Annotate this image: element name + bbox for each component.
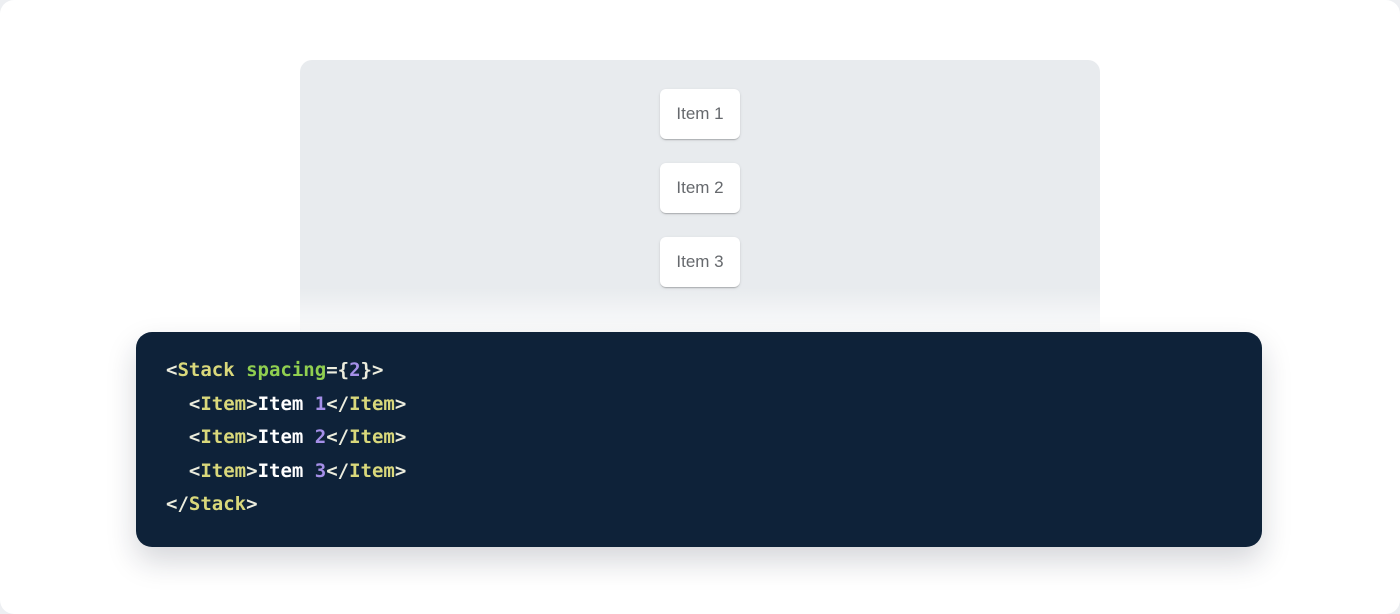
code-token-punct: < bbox=[189, 393, 200, 415]
code-token-plain: Item bbox=[258, 426, 315, 448]
code-token-punct: }> bbox=[361, 359, 384, 381]
code-token-tag: Item bbox=[349, 393, 395, 415]
code-block: <Stack spacing={2}> <Item>Item 1</Item> … bbox=[136, 332, 1262, 547]
code-token-punct: < bbox=[166, 359, 177, 381]
code-token-attr: spacing bbox=[246, 359, 326, 381]
code-token-punct: > bbox=[395, 393, 406, 415]
code-token-punct: > bbox=[246, 393, 257, 415]
code-token-tag: Item bbox=[200, 460, 246, 482]
code-token-plain bbox=[166, 393, 189, 415]
code-token-punct: > bbox=[246, 460, 257, 482]
code-token-punct: > bbox=[246, 493, 257, 515]
app-card: Item 1Item 2Item 3 <Stack spacing={2}> <… bbox=[0, 0, 1400, 614]
stack-item-label: Item 3 bbox=[676, 252, 723, 272]
code-token-punct: ={ bbox=[326, 359, 349, 381]
code-token-punct: > bbox=[246, 426, 257, 448]
code-token-plain: Item bbox=[258, 393, 315, 415]
code-token-punct: </ bbox=[166, 493, 189, 515]
code-token-punct: < bbox=[189, 460, 200, 482]
code-line: <Item>Item 1</Item> bbox=[166, 388, 1232, 422]
stack-item: Item 2 bbox=[660, 163, 740, 213]
code-token-number: 2 bbox=[315, 426, 326, 448]
code-token-punct: </ bbox=[326, 426, 349, 448]
code-token-punct: </ bbox=[326, 460, 349, 482]
code-line: </Stack> bbox=[166, 488, 1232, 522]
code-token-punct: < bbox=[189, 426, 200, 448]
stack-demo-panel: Item 1 Item 2 Item 3 bbox=[300, 60, 1100, 340]
code-token-tag: Stack bbox=[177, 359, 234, 381]
code-token-number: 2 bbox=[349, 359, 360, 381]
code-line: <Item>Item 3</Item> bbox=[166, 455, 1232, 489]
code-token-tag: Item bbox=[200, 393, 246, 415]
stack-item: Item 3 bbox=[660, 237, 740, 287]
stack-item-label: Item 1 bbox=[676, 104, 723, 124]
code-token-plain: Item bbox=[258, 460, 315, 482]
code-line: <Stack spacing={2}> bbox=[166, 354, 1232, 388]
code-token-tag: Item bbox=[349, 426, 395, 448]
code-token-tag: Item bbox=[200, 426, 246, 448]
stack-item: Item 1 bbox=[660, 89, 740, 139]
code-token-plain bbox=[166, 426, 189, 448]
code-token-tag: Item bbox=[349, 460, 395, 482]
code-line: <Item>Item 2</Item> bbox=[166, 421, 1232, 455]
stack-container: Item 1 Item 2 Item 3 bbox=[300, 60, 1100, 287]
code-token-plain bbox=[235, 359, 246, 381]
code-token-punct: </ bbox=[326, 393, 349, 415]
code-token-plain bbox=[166, 460, 189, 482]
code-token-tag: Stack bbox=[189, 493, 246, 515]
code-token-punct: > bbox=[395, 460, 406, 482]
code-token-punct: > bbox=[395, 426, 406, 448]
stack-item-label: Item 2 bbox=[676, 178, 723, 198]
code-token-number: 3 bbox=[315, 460, 326, 482]
code-token-number: 1 bbox=[315, 393, 326, 415]
